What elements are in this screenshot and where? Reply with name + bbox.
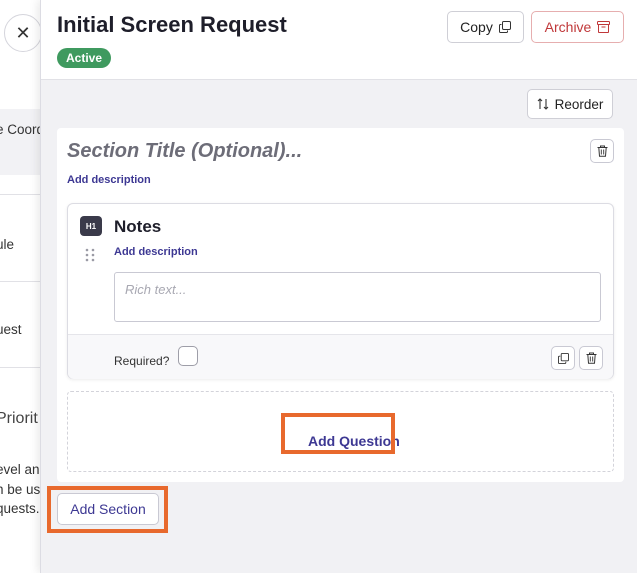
reorder-button[interactable]: Reorder xyxy=(527,89,613,119)
section-add-description-link[interactable]: Add description xyxy=(67,174,151,186)
trash-icon xyxy=(597,145,607,157)
highlight-box-add-section xyxy=(47,486,168,533)
background-row-label: ule xyxy=(0,237,15,252)
required-checkbox[interactable] xyxy=(178,346,198,366)
close-button[interactable]: ✕ xyxy=(4,14,42,52)
background-row-label: uest xyxy=(0,322,22,337)
section-title-input[interactable]: Section Title (Optional)... xyxy=(67,140,302,163)
page-title: Initial Screen Request xyxy=(57,12,287,37)
delete-section-button[interactable] xyxy=(590,139,614,163)
copy-icon xyxy=(557,352,569,364)
required-label: Required? xyxy=(114,354,170,368)
archive-icon xyxy=(597,21,611,33)
archive-button-label: Archive xyxy=(544,19,592,35)
question-card: H1 Notes Add description Rich text... Re… xyxy=(67,203,614,379)
background-paragraph-line: quests. xyxy=(0,501,40,516)
background-paragraph-line: n be us xyxy=(0,482,41,497)
archive-button[interactable]: Archive xyxy=(531,11,624,43)
background-paragraph-line: evel an xyxy=(0,462,40,477)
drag-handle-icon[interactable] xyxy=(84,247,96,263)
rich-text-input[interactable]: Rich text... xyxy=(114,272,601,322)
heading-type-icon: H1 xyxy=(80,216,102,236)
duplicate-question-button[interactable] xyxy=(551,346,575,370)
sort-arrows-icon xyxy=(537,98,548,110)
reorder-button-label: Reorder xyxy=(554,96,604,112)
delete-question-button[interactable] xyxy=(579,346,603,370)
question-footer: Required? xyxy=(68,334,613,379)
question-title[interactable]: Notes xyxy=(114,217,161,237)
status-badge: Active xyxy=(57,48,112,68)
background-row-label: e Coord xyxy=(0,122,45,137)
copy-button[interactable]: Copy xyxy=(447,11,524,43)
section-card: Section Title (Optional)... Add descript… xyxy=(57,128,624,482)
copy-icon xyxy=(498,21,511,33)
question-add-description-link[interactable]: Add description xyxy=(114,246,198,258)
drawer-header: Initial Screen Request Active Copy Archi… xyxy=(41,0,637,80)
close-icon: ✕ xyxy=(15,22,31,43)
highlight-box-add-question xyxy=(281,413,395,454)
trash-icon xyxy=(586,352,596,364)
background-section-heading: Priorit xyxy=(0,410,38,427)
copy-button-label: Copy xyxy=(460,19,493,35)
